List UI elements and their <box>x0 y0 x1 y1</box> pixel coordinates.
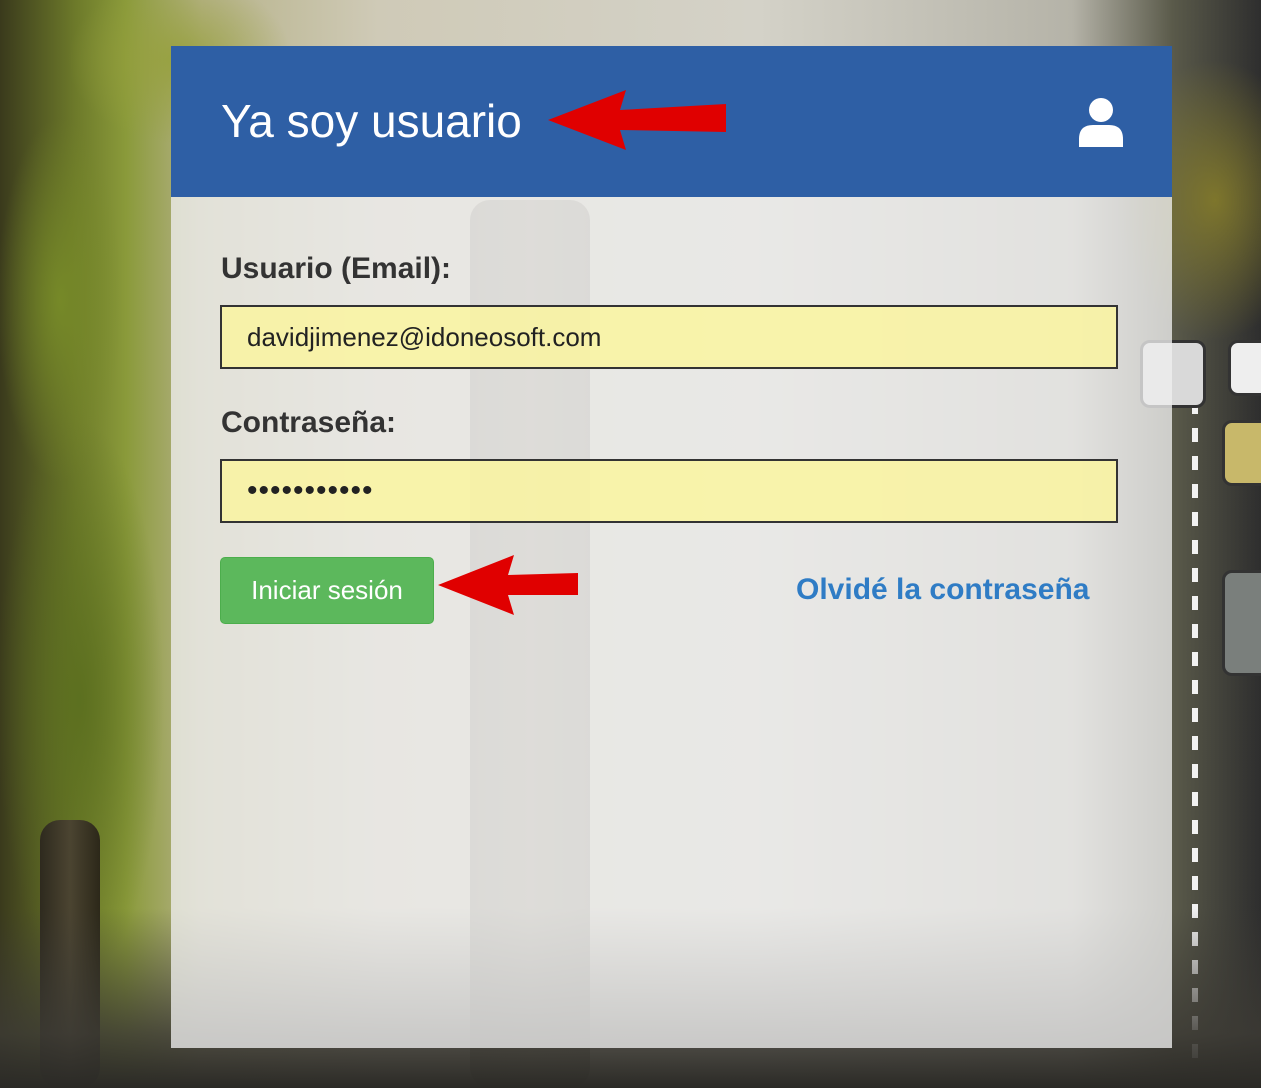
login-card-title: Ya soy usuario <box>221 95 522 147</box>
red-arrow-icon <box>438 555 578 615</box>
login-button[interactable]: Iniciar sesión <box>220 557 434 624</box>
user-icon <box>1079 98 1123 147</box>
car <box>1222 570 1261 676</box>
car <box>1222 420 1261 486</box>
forgot-password-link[interactable]: Olvidé la contraseña <box>796 573 1089 607</box>
login-card: Ya soy usuario Usuario (Email): Contrase… <box>171 46 1172 1048</box>
password-label: Contraseña: <box>221 406 397 439</box>
car <box>1228 340 1261 396</box>
background-photo: Ya soy usuario Usuario (Email): Contrase… <box>0 0 1261 1088</box>
email-field[interactable] <box>220 305 1118 369</box>
password-field[interactable] <box>220 459 1118 523</box>
email-label: Usuario (Email): <box>221 252 452 285</box>
red-arrow-icon <box>548 90 726 150</box>
